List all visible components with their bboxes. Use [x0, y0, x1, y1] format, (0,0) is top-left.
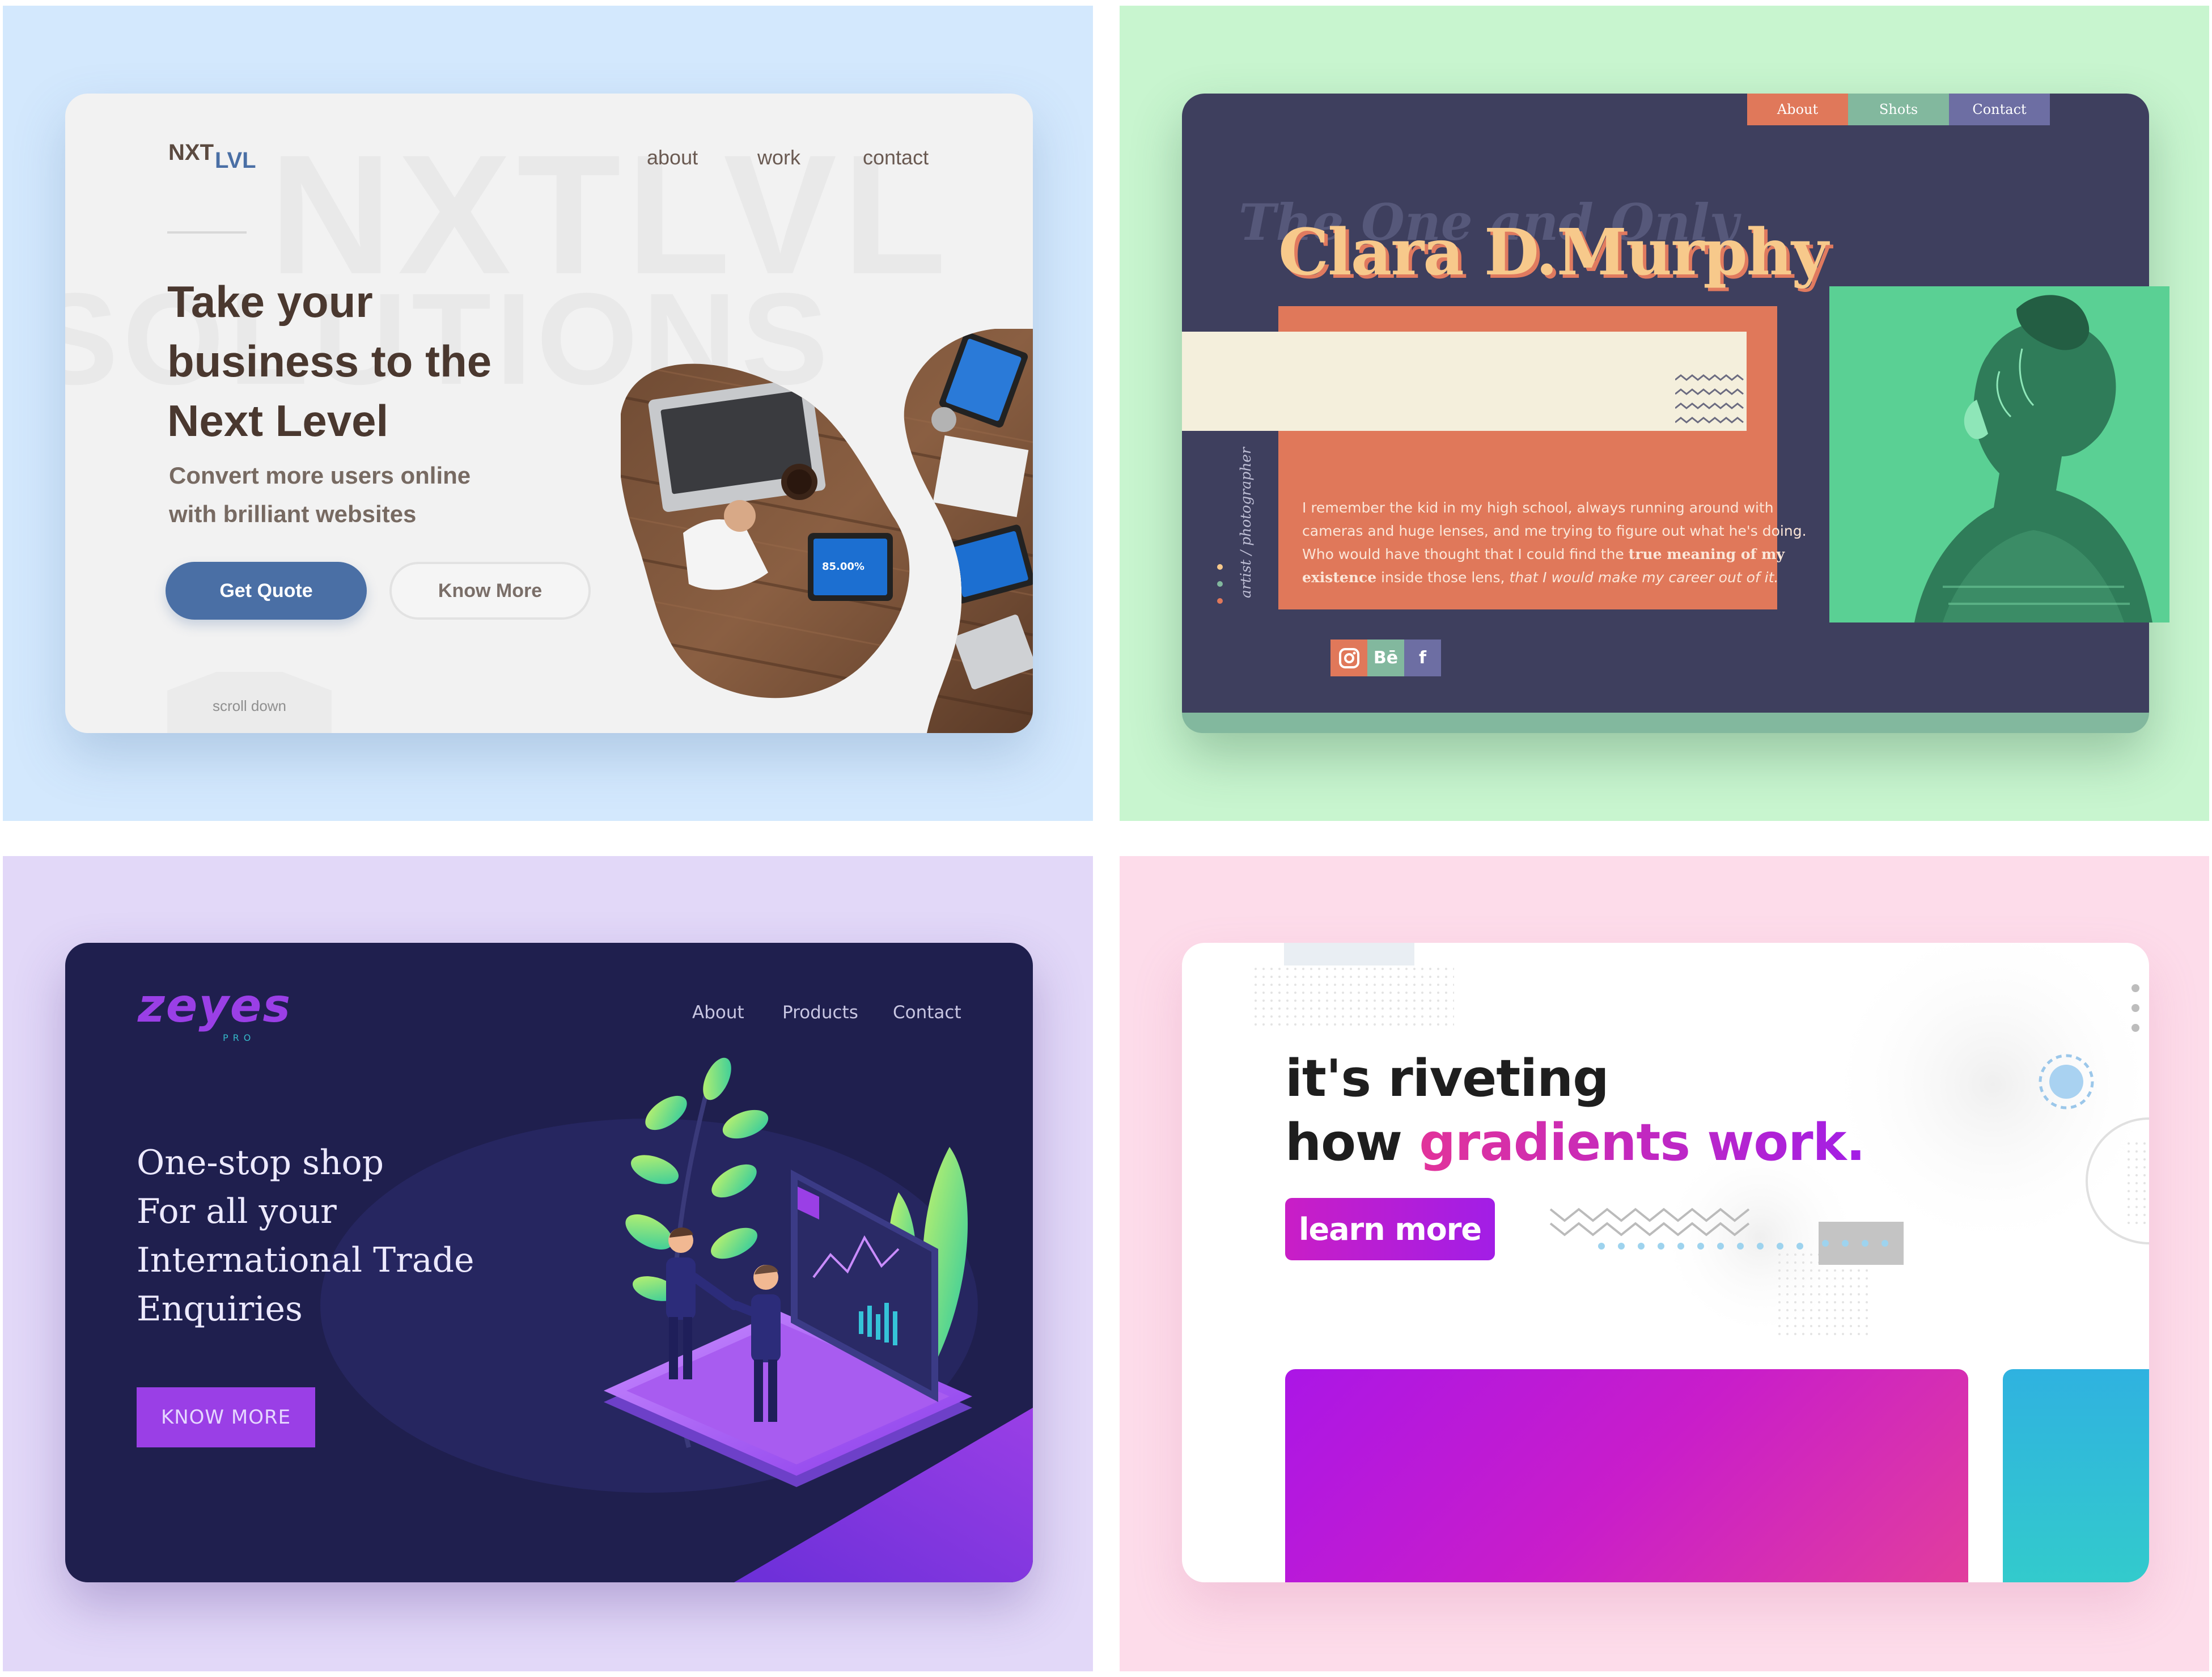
portfolio-name: Clara D.Murphy: [1278, 215, 1828, 290]
bio-italic-text: that I would make my career out of it.: [1509, 569, 1779, 586]
dot-indicator: [1217, 564, 1223, 570]
nav-products-link[interactable]: Products: [782, 1002, 858, 1023]
nav-about-link[interactable]: About: [692, 1002, 744, 1023]
tab-contact[interactable]: Contact: [1949, 94, 2050, 125]
headline-line: business to the: [167, 336, 492, 386]
headline-line: it's riveting: [1285, 1049, 1609, 1108]
desk-photo: 85.00%: [621, 329, 1033, 733]
logo-main: NXT: [168, 140, 214, 165]
divider: [167, 231, 247, 234]
facebook-icon[interactable]: f: [1404, 640, 1441, 676]
nav-about-link[interactable]: about: [647, 146, 698, 170]
wavy-lines-decoration: [1675, 374, 1744, 424]
cream-banner: [1182, 332, 1747, 431]
nxtlvl-logo[interactable]: NXTLVL: [168, 140, 256, 173]
bio-paragraph: I remember the kid in my high school, al…: [1302, 496, 1812, 589]
role-label: artist / photographer: [1238, 447, 1254, 598]
know-more-button[interactable]: Know More: [389, 562, 591, 620]
magenta-gradient-card: [1285, 1369, 1968, 1582]
hero-headline: it's riveting how gradients work.: [1285, 1047, 1866, 1175]
headline-line: Next Level: [167, 396, 389, 446]
cyan-gradient-card: [2003, 1369, 2149, 1582]
tab-shots[interactable]: Shots: [1848, 94, 1949, 125]
tablet-reading: 85.00%: [822, 561, 865, 573]
gradients-panel: it's riveting how gradients work. learn …: [1120, 856, 2209, 1671]
nav-contact-link[interactable]: Contact: [893, 1002, 961, 1023]
bio-text: inside those lens,: [1376, 569, 1510, 586]
zeyes-landing-card: zeyes PRO About Products Contact One-sto…: [65, 943, 1033, 1582]
tab-about[interactable]: About: [1747, 94, 1848, 125]
headline-line: how gradients work.: [1285, 1111, 1866, 1175]
headline-prefix: how: [1285, 1113, 1419, 1172]
nxtlvl-landing-card: NXTLVL SOLUTIONS NXTLVL about work conta…: [65, 94, 1033, 733]
scroll-down-label: scroll down: [212, 697, 287, 714]
bottom-bar: [1182, 713, 2149, 733]
nav-work-link[interactable]: work: [757, 146, 800, 170]
clara-panel: About Shots Contact The One and Only Cla…: [1120, 6, 2209, 821]
dot-row-overlay: [1822, 1240, 1888, 1247]
gradients-landing-card: it's riveting how gradients work. learn …: [1182, 943, 2149, 1582]
nav-contact-link[interactable]: contact: [863, 146, 929, 170]
portrait-photo: [1829, 286, 2169, 622]
logo-sub: LVL: [215, 148, 256, 173]
isometric-business-illustration: [604, 1057, 972, 1487]
hero-subtitle: Convert more users online with brilliant…: [169, 456, 532, 533]
know-more-button[interactable]: KNOW MORE: [137, 1387, 315, 1447]
instagram-icon[interactable]: [1330, 640, 1367, 676]
subtitle-line: with brilliant websites: [169, 501, 417, 527]
learn-more-button[interactable]: learn more: [1285, 1198, 1495, 1260]
behance-icon[interactable]: Bē: [1367, 640, 1404, 676]
zeyes-logo-sub: PRO: [223, 1032, 256, 1043]
subtitle-line: Convert more users online: [169, 462, 471, 489]
headline-gradient-text: gradients work.: [1419, 1113, 1865, 1172]
scroll-down-indicator[interactable]: scroll down: [167, 672, 332, 733]
nxtlvl-panel: NXTLVL SOLUTIONS NXTLVL about work conta…: [3, 6, 1093, 821]
clara-portfolio-card: About Shots Contact The One and Only Cla…: [1182, 94, 2169, 733]
dot-indicator: [1217, 598, 1223, 604]
zeyes-logo[interactable]: zeyes: [138, 979, 291, 1033]
dot-indicator: [1217, 581, 1223, 587]
headline-line: Take your: [167, 277, 373, 327]
zeyes-panel: zeyes PRO About Products Contact One-sto…: [3, 856, 1093, 1671]
hero-headline: Take your business to the Next Level: [167, 272, 564, 451]
get-quote-button[interactable]: Get Quote: [166, 562, 367, 620]
